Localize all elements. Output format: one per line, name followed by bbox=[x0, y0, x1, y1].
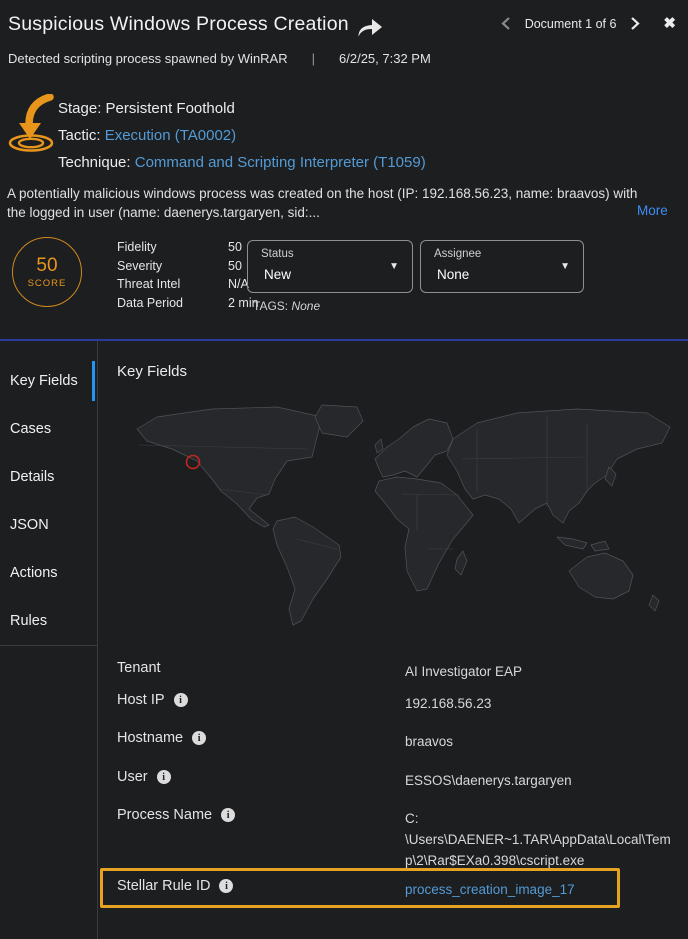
metric-label: Severity bbox=[117, 257, 228, 276]
subtitle: Detected scripting process spawned by Wi… bbox=[8, 51, 431, 66]
chevron-down-icon: ▼ bbox=[389, 261, 399, 272]
tags-value: None bbox=[291, 299, 320, 313]
field-label-text: Process Name bbox=[117, 807, 212, 823]
score-value: 50 bbox=[36, 255, 57, 277]
share-icon[interactable] bbox=[356, 15, 384, 41]
field-value: AI Investigator EAP bbox=[405, 661, 672, 682]
document-counter: Document 1 of 6 bbox=[525, 17, 617, 31]
next-document-icon[interactable] bbox=[629, 16, 641, 31]
metric-value: 50 bbox=[228, 238, 242, 257]
assignee-dropdown[interactable]: Assignee None ▼ bbox=[420, 240, 584, 293]
sidebar-item-rules[interactable]: Rules bbox=[0, 597, 97, 645]
alert-description: A potentially malicious windows process … bbox=[7, 184, 647, 222]
status-dropdown[interactable]: Status New ▼ bbox=[247, 240, 413, 293]
info-icon[interactable] bbox=[174, 693, 188, 707]
metric-data-period: Data Period 2 min bbox=[117, 294, 259, 313]
tags-label: TAGS: bbox=[253, 299, 288, 313]
document-navigator: Document 1 of 6 ✖ bbox=[500, 16, 676, 31]
sidebar-item-label: Key Fields bbox=[10, 373, 78, 389]
assignee-dropdown-label: Assignee bbox=[434, 248, 481, 260]
metric-label: Threat Intel bbox=[117, 275, 228, 294]
field-label: User bbox=[117, 769, 171, 785]
sidebar-item-label: Details bbox=[10, 469, 54, 485]
close-icon[interactable]: ✖ bbox=[663, 16, 676, 31]
stage-label: Stage: bbox=[58, 100, 101, 117]
sidebar-item-actions[interactable]: Actions bbox=[0, 549, 97, 597]
stage-value: Persistent Foothold bbox=[106, 100, 235, 117]
field-value: 192.168.56.23 bbox=[405, 693, 672, 714]
page-title: Suspicious Windows Process Creation bbox=[8, 13, 349, 36]
metric-threat-intel: Threat Intel N/A bbox=[117, 275, 259, 294]
event-timestamp: 6/2/25, 7:32 PM bbox=[339, 51, 431, 66]
prev-document-icon[interactable] bbox=[500, 16, 512, 31]
field-value: C: \Users\DAENER~1.TAR\AppData\Local\Tem… bbox=[405, 808, 672, 871]
field-label: Tenant bbox=[117, 660, 161, 676]
sidebar-item-label: Cases bbox=[10, 421, 51, 437]
technique-label: Technique: bbox=[58, 154, 131, 171]
field-label-text: Stellar Rule ID bbox=[117, 878, 210, 894]
status-dropdown-label: Status bbox=[261, 248, 294, 260]
metric-fidelity: Fidelity 50 bbox=[117, 238, 259, 257]
stellar-rule-id-link[interactable]: process_creation_image_17 bbox=[405, 879, 672, 900]
assignee-dropdown-value: None bbox=[437, 267, 469, 282]
field-value: braavos bbox=[405, 731, 672, 752]
info-icon[interactable] bbox=[221, 808, 235, 822]
sidebar-item-cases[interactable]: Cases bbox=[0, 405, 97, 453]
metric-label: Fidelity bbox=[117, 238, 228, 257]
sidebar-item-details[interactable]: Details bbox=[0, 453, 97, 501]
score-badge: 50 SCORE bbox=[12, 237, 82, 307]
field-label-text: Host IP bbox=[117, 692, 165, 708]
score-label: SCORE bbox=[28, 278, 67, 289]
section-divider bbox=[0, 339, 688, 341]
info-icon[interactable] bbox=[192, 731, 206, 745]
status-dropdown-value: New bbox=[264, 267, 291, 282]
more-link[interactable]: More bbox=[637, 203, 668, 218]
tactic-label: Tactic: bbox=[58, 127, 101, 144]
technique-line: Technique: Command and Scripting Interpr… bbox=[58, 149, 426, 176]
metric-severity: Severity 50 bbox=[117, 257, 259, 276]
info-icon[interactable] bbox=[157, 770, 171, 784]
field-label-text: Hostname bbox=[117, 730, 183, 746]
detection-name: Detected scripting process spawned by Wi… bbox=[8, 51, 288, 66]
field-label: Stellar Rule ID bbox=[117, 878, 233, 894]
tactic-line: Tactic: Execution (TA0002) bbox=[58, 122, 426, 149]
sidebar-item-label: Actions bbox=[10, 565, 58, 581]
chevron-down-icon: ▼ bbox=[560, 261, 570, 272]
sidebar-list: Key Fields Cases Details JSON Actions Ru… bbox=[0, 341, 97, 646]
metrics-list: Fidelity 50 Severity 50 Threat Intel N/A… bbox=[117, 238, 259, 313]
technique-link[interactable]: Command and Scripting Interpreter (T1059… bbox=[135, 154, 426, 171]
sidebar-item-key-fields[interactable]: Key Fields bbox=[0, 357, 97, 405]
panel-heading: Key Fields bbox=[117, 363, 187, 380]
field-label-text: User bbox=[117, 769, 148, 785]
metric-value: N/A bbox=[228, 275, 249, 294]
field-label: Hostname bbox=[117, 730, 206, 746]
sidebar-item-label: JSON bbox=[10, 517, 49, 533]
field-label-text: Tenant bbox=[117, 660, 161, 676]
kill-chain-info: Stage: Persistent Foothold Tactic: Execu… bbox=[58, 95, 426, 176]
subtitle-separator: | bbox=[312, 51, 315, 66]
metric-label: Data Period bbox=[117, 294, 228, 313]
tags-row: TAGS: None bbox=[253, 299, 320, 313]
info-icon[interactable] bbox=[219, 879, 233, 893]
tactic-link[interactable]: Execution (TA0002) bbox=[105, 127, 236, 144]
field-value: ESSOS\daenerys.targaryen bbox=[405, 770, 672, 791]
persistent-foothold-icon bbox=[8, 94, 56, 152]
field-label: Process Name bbox=[117, 807, 235, 823]
geo-map bbox=[117, 399, 672, 631]
sidebar-item-label: Rules bbox=[10, 613, 47, 629]
sidebar: Key Fields Cases Details JSON Actions Ru… bbox=[0, 341, 98, 939]
sidebar-item-json[interactable]: JSON bbox=[0, 501, 97, 549]
metric-value: 50 bbox=[228, 257, 242, 276]
field-label: Host IP bbox=[117, 692, 188, 708]
stage-line: Stage: Persistent Foothold bbox=[58, 95, 426, 122]
